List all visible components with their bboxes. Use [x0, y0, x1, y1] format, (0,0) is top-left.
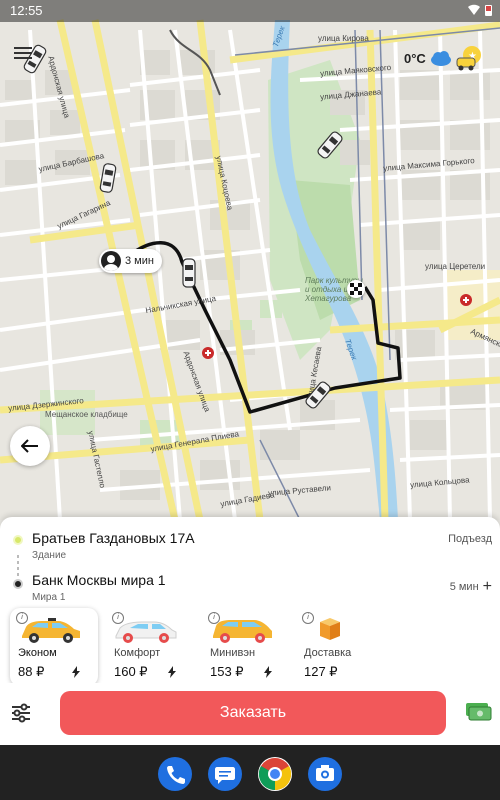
cash-payment-icon[interactable] — [464, 699, 492, 725]
tariff-price: 153 ₽ — [210, 664, 244, 679]
delivery-box-icon — [320, 618, 340, 640]
lightning-icon — [72, 666, 80, 678]
pickup-address: Братьев Газдановых 17А — [32, 530, 195, 546]
tariff-selector: i Эконом 88 ₽ i Комфорт 160 ₽ i Минивэн … — [8, 608, 492, 688]
menu-button[interactable] — [14, 44, 38, 64]
pickup-address-row[interactable]: Братьев Газдановых 17А Здание Подъезд — [0, 525, 500, 565]
add-stop-button[interactable]: 5 мин + — [450, 578, 492, 596]
lightning-icon — [264, 666, 272, 678]
tariff-delivery[interactable]: i Доставка 127 ₽ — [296, 608, 384, 686]
status-bar: 12:55 — [0, 0, 500, 22]
tariff-name: Минивэн — [210, 647, 256, 659]
camera-icon[interactable] — [308, 757, 342, 791]
map-base — [0, 19, 500, 520]
tariff-name: Эконом — [18, 647, 57, 659]
tariff-price: 160 ₽ — [114, 664, 148, 679]
phone-icon[interactable] — [158, 757, 192, 791]
order-bar: Заказать — [0, 683, 500, 745]
tariff-minivan[interactable]: i Минивэн 153 ₽ — [202, 608, 290, 686]
plus-icon: + — [482, 578, 492, 595]
taxi-car-icon — [22, 618, 80, 643]
tariff-price: 88 ₽ — [18, 664, 45, 679]
chrome-icon[interactable] — [258, 757, 292, 791]
tariff-comfort[interactable]: i Комфорт 160 ₽ — [106, 608, 194, 686]
arrow-left-icon — [21, 439, 38, 453]
cloud-icon — [430, 51, 451, 66]
pickup-subtitle: Здание — [32, 550, 67, 561]
weather-widget[interactable]: 0°C ★ — [404, 44, 484, 72]
order-button[interactable]: Заказать — [60, 691, 446, 735]
destination-address: Банк Москвы мира 1 — [32, 572, 166, 588]
pickup-eta-bubble[interactable]: 3 мин — [99, 249, 162, 273]
options-sliders-icon[interactable] — [10, 702, 32, 724]
messages-icon[interactable] — [208, 757, 242, 791]
system-dock — [0, 745, 500, 800]
street-label: улица Церетели — [425, 262, 486, 271]
person-icon — [101, 251, 121, 271]
cashback-taxi-icon[interactable]: ★ — [456, 44, 484, 72]
temperature-label: 0°C — [404, 50, 426, 66]
wifi-icon — [468, 4, 480, 15]
tariff-name: Комфорт — [114, 647, 161, 659]
street-label: улица Кирова — [318, 34, 369, 43]
taxi-car-icon — [182, 258, 196, 288]
battery-icon — [485, 5, 492, 16]
tariff-price: 127 ₽ — [304, 664, 338, 679]
destination-subtitle: Мира 1 — [32, 592, 66, 603]
lightning-icon — [168, 666, 176, 678]
comfort-car-icon — [115, 621, 177, 643]
pickup-dot-icon — [13, 535, 23, 545]
poi-label: Мещанское кладбище — [45, 410, 128, 419]
entrance-button[interactable]: Подъезд — [448, 533, 492, 545]
trip-duration: 5 мин — [449, 581, 479, 593]
map-view[interactable]: улица Кирова Ардонская улица улица Барба… — [0, 0, 500, 520]
destination-dot-icon — [13, 579, 23, 589]
finish-flag-icon — [347, 280, 365, 298]
back-button[interactable] — [10, 426, 50, 466]
tariff-name: Доставка — [304, 647, 352, 659]
tariff-economy[interactable]: i Эконом 88 ₽ — [10, 608, 98, 686]
eta-label: 3 мин — [125, 255, 154, 267]
destination-address-row[interactable]: Банк Москвы мира 1 Мира 1 5 мин + — [0, 567, 500, 607]
status-time: 12:55 — [10, 3, 43, 18]
minivan-car-icon — [213, 620, 272, 643]
